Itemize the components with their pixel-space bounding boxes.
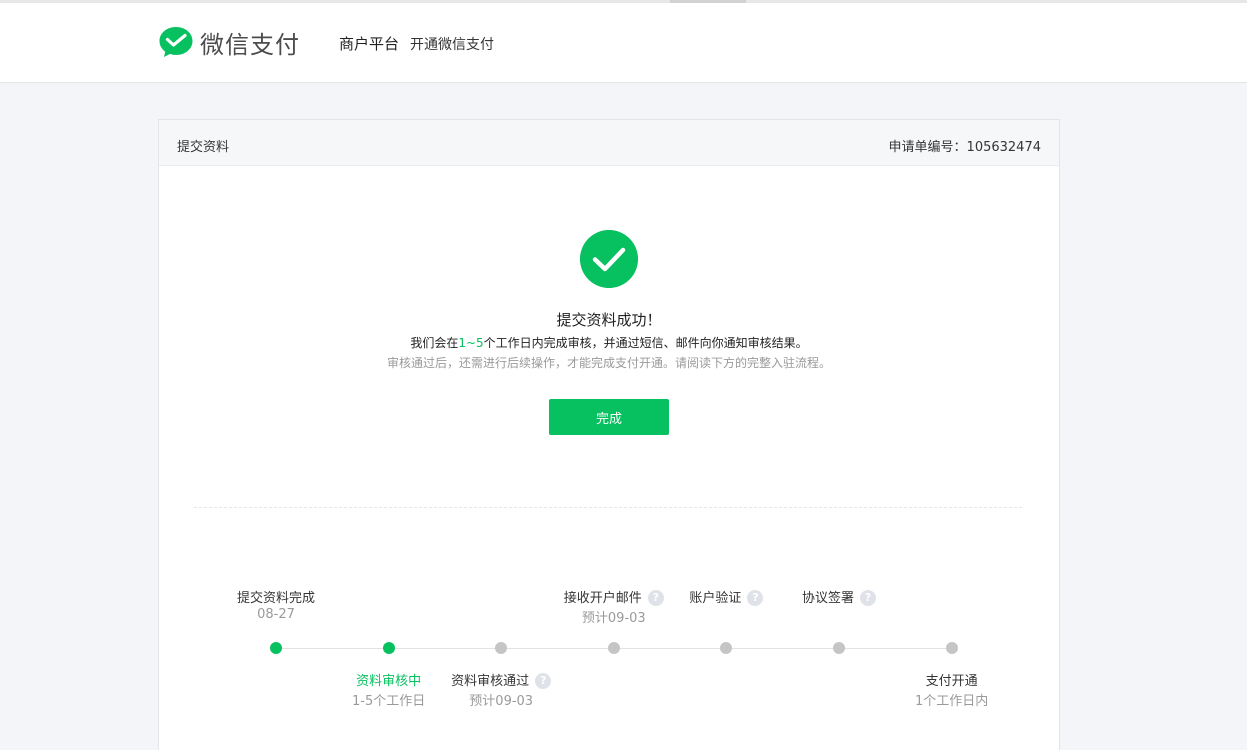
step-sublabel-3: 预计09-03	[469, 694, 534, 709]
step-label-text: 支付开通	[925, 674, 978, 689]
header-nav: 商户平台 开通微信支付	[339, 33, 494, 54]
step-dot-4	[607, 642, 620, 654]
step-label-7: 支付开通	[926, 670, 978, 689]
submission-card: 提交资料 申请单编号：105632474 提交资料成功！ 我们会在1~5个工作日…	[158, 119, 1060, 750]
step-label-6: 协议签署?	[801, 587, 877, 606]
step-label-text: 协议签署	[801, 591, 855, 606]
step-label-1: 提交资料完成	[237, 587, 315, 606]
step-label-3: 资料审核通过?	[451, 670, 552, 689]
wechat-pay-logo-icon	[159, 27, 193, 57]
application-number: 申请单编号：105632474	[888, 140, 1041, 155]
step-label-text: 接收开户邮件	[563, 591, 642, 606]
review-notice: 我们会在1~5个工作日内完成审核，并通过短信、邮件向你通知审核结果。	[159, 334, 1059, 351]
step-dot-6	[833, 642, 845, 654]
site-header: 微信支付 商户平台 开通微信支付	[0, 3, 1247, 83]
brand-logo[interactable]: 微信支付	[158, 24, 300, 60]
step-label-text: 提交资料完成	[236, 591, 316, 606]
step-dot-1	[270, 642, 282, 654]
step-label-4: 接收开户邮件?	[564, 587, 664, 606]
step-label-2: 资料审核中	[356, 670, 421, 689]
followup-notice: 审核通过后，还需进行后续操作，才能完成支付开通。请阅读下方的完整入驻流程。	[386, 356, 831, 370]
step-dot-2	[382, 642, 395, 654]
step-label-text: 资料审核通过	[451, 674, 530, 689]
step-sublabel-2: 1-5个工作日	[351, 694, 426, 709]
success-title: 提交资料成功！	[556, 311, 662, 329]
question-circle-icon[interactable]: ?	[747, 590, 764, 606]
section-divider	[194, 507, 1022, 508]
question-circle-icon[interactable]: ?	[535, 673, 552, 689]
review-days-highlight: 1~5	[458, 336, 484, 350]
step-label-5: 账户验证?	[689, 587, 764, 606]
question-circle-icon[interactable]: ?	[860, 590, 877, 606]
question-circle-icon[interactable]: ?	[647, 590, 664, 606]
review-notice-prefix: 我们会在	[410, 336, 459, 350]
step-dot-5	[720, 642, 733, 654]
step-sublabel-4: 预计09-03	[581, 611, 646, 626]
step-dot-3	[495, 642, 508, 654]
step-dot-7	[945, 642, 958, 654]
done-button[interactable]: 完成	[549, 399, 669, 435]
step-sublabel-1: 08-27	[257, 607, 295, 622]
step-sublabel-7: 1个工作日内	[914, 694, 989, 709]
merchant-platform-link[interactable]: 商户平台	[339, 33, 399, 54]
page-subtitle: 开通微信支付	[410, 37, 495, 53]
step-label-text: 资料审核中	[356, 674, 422, 689]
step-label-text: 账户验证	[689, 591, 742, 606]
card-title: 提交资料	[177, 140, 230, 155]
check-circle-icon	[580, 230, 638, 288]
card-header: 提交资料 申请单编号：105632474	[159, 120, 1059, 166]
brand-name: 微信支付	[200, 30, 300, 59]
review-notice-suffix: 个工作日内完成审核，并通过短信、邮件向你通知审核结果。	[483, 336, 808, 350]
